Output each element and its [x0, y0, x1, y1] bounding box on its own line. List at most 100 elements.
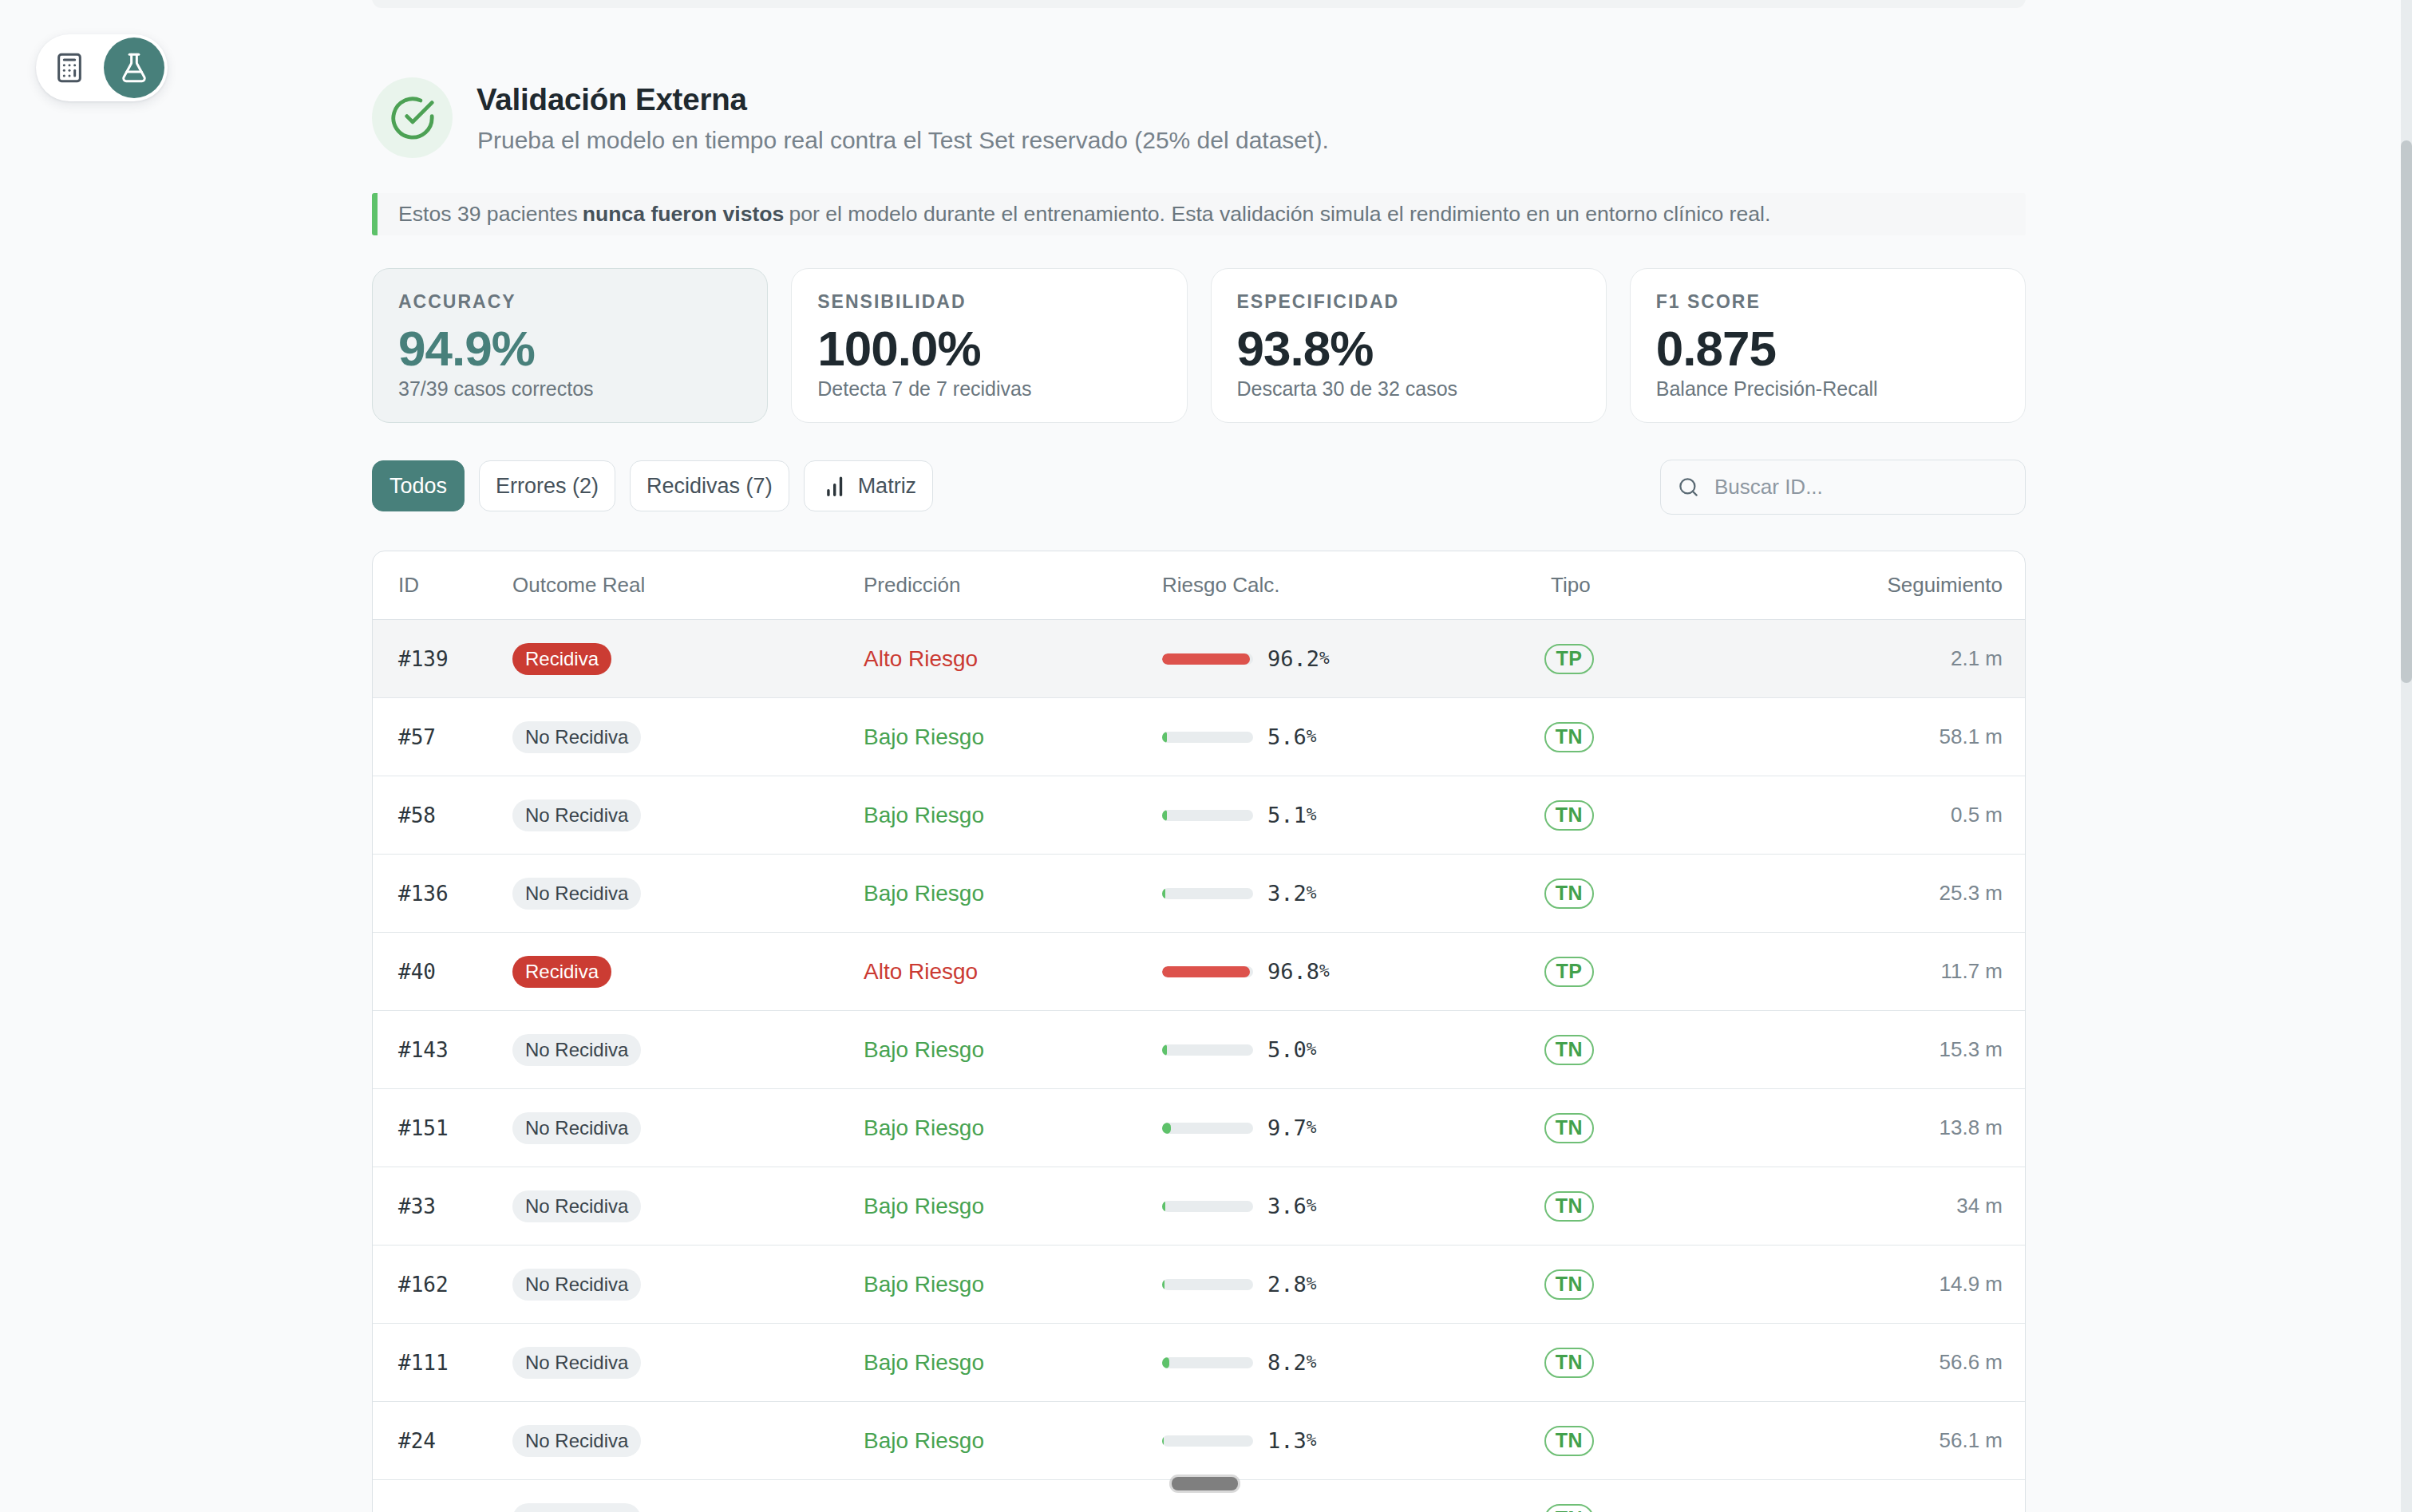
risk-percent: 5.0% — [1267, 1037, 1316, 1062]
risk-percent: 96.2% — [1267, 646, 1330, 671]
cell-outcome: No Recidiva — [512, 1034, 864, 1066]
outcome-badge: No Recidiva — [512, 1425, 641, 1457]
risk-percent: 5.1% — [1267, 803, 1316, 827]
cell-outcome: No Recidiva — [512, 1269, 864, 1301]
cell-patient-id: #151 — [398, 1116, 512, 1140]
table-row-139[interactable]: #139RecidivaAlto Riesgo96.2%TP2.1 m — [373, 620, 2025, 698]
search-icon — [1678, 476, 1699, 498]
risk-percent: 3.2% — [1267, 881, 1316, 906]
risk-bar — [1162, 1435, 1253, 1447]
type-badge: TN — [1544, 800, 1594, 831]
cell-outcome: No Recidiva — [512, 721, 864, 753]
cell-risk: 8.2% — [1162, 1350, 1551, 1375]
banner-text-suffix: por el modelo durante el entrenamiento. … — [789, 202, 1770, 227]
table-row-57[interactable]: #57No RecidivaBajo Riesgo5.6%TN58.1 m — [373, 698, 2025, 776]
cell-followup: 0.5 m — [1841, 803, 2003, 827]
cell-prediction: Bajo Riesgo — [864, 1115, 1162, 1141]
cell-type: TN — [1551, 1035, 1841, 1065]
table-row-24[interactable]: #24No RecidivaBajo Riesgo1.3%TN56.1 m — [373, 1402, 2025, 1480]
cell-risk: 2.8% — [1162, 1272, 1551, 1297]
cell-risk: 3.2% — [1162, 881, 1551, 906]
risk-bar — [1162, 888, 1253, 899]
cell-patient-id: #24 — [398, 1429, 512, 1453]
cell-type: TN — [1551, 1504, 1841, 1512]
lab-button[interactable] — [104, 38, 164, 98]
table-row-136[interactable]: #136No RecidivaBajo Riesgo3.2%TN25.3 m — [373, 855, 2025, 933]
cell-followup: 2.1 m — [1841, 646, 2003, 671]
risk-percent: 8.2% — [1267, 1350, 1316, 1375]
type-badge: TN — [1544, 1191, 1594, 1222]
cell-prediction: Bajo Riesgo — [864, 1428, 1162, 1454]
cell-outcome: No Recidiva — [512, 1347, 864, 1379]
cell-prediction: Bajo Riesgo — [864, 1350, 1162, 1376]
section-status-icon — [372, 77, 453, 158]
filter-button-recidivas-7[interactable]: Recidivas (7) — [630, 460, 789, 511]
outcome-badge: No Recidiva — [512, 799, 641, 831]
cell-type: TN — [1551, 1191, 1841, 1222]
filter-button-todos[interactable]: Todos — [372, 460, 465, 511]
risk-bar — [1162, 1044, 1253, 1056]
flask-icon — [118, 52, 150, 84]
cell-risk: 9.7% — [1162, 1115, 1551, 1140]
cell-outcome: No Recidiva — [512, 1503, 864, 1512]
cell-followup: 34 m — [1841, 1194, 2003, 1218]
cell-followup: 56.6 m — [1841, 1350, 2003, 1375]
table-row-151[interactable]: #151No RecidivaBajo Riesgo9.7%TN13.8 m — [373, 1089, 2025, 1167]
metric-card-sensibilidad: SENSIBILIDAD 100.0% Detecta 7 de 7 recid… — [791, 268, 1187, 423]
vertical-scrollbar[interactable] — [2401, 0, 2412, 1512]
risk-bar — [1162, 732, 1253, 743]
risk-bar — [1162, 810, 1253, 821]
bar-chart-icon — [820, 472, 848, 499]
type-badge: TN — [1544, 1426, 1594, 1456]
cell-outcome: No Recidiva — [512, 1190, 864, 1222]
table-row-40[interactable]: #40RecidivaAlto Riesgo96.8%TP11.7 m — [373, 933, 2025, 1011]
info-banner: Estos 39 pacientesnunca fueron vistospor… — [372, 193, 2026, 235]
type-badge: TP — [1544, 957, 1594, 987]
metric-card-especificidad: ESPECIFICIDAD 93.8% Descarta 30 de 32 ca… — [1211, 268, 1607, 423]
page-subtitle: Prueba el modelo en tiempo real contra e… — [477, 127, 1329, 154]
type-badge: TN — [1544, 1035, 1594, 1065]
cell-followup: 25.3 m — [1841, 881, 2003, 906]
outcome-badge: No Recidiva — [512, 1034, 641, 1066]
search-placeholder: Buscar ID... — [1714, 475, 1823, 499]
risk-percent: 9.7% — [1267, 1115, 1316, 1140]
cell-patient-id: #57 — [398, 725, 512, 749]
metric-card-f1-score: F1 SCORE 0.875 Balance Precisión-Recall — [1630, 268, 2026, 423]
table-row-143[interactable]: #143No RecidivaBajo Riesgo5.0%TN15.3 m — [373, 1011, 2025, 1089]
cell-patient-id: #58 — [398, 803, 512, 827]
risk-percent: 3.6% — [1267, 1194, 1316, 1218]
filter-button-label: Errores (2) — [496, 474, 599, 499]
risk-bar — [1162, 653, 1253, 665]
search-box[interactable]: Buscar ID... — [1660, 460, 2026, 515]
table-row-58[interactable]: #58No RecidivaBajo Riesgo5.1%TN0.5 m — [373, 776, 2025, 855]
previous-section-edge — [372, 0, 2026, 8]
cell-type: TP — [1551, 644, 1841, 674]
column-header-outcome-real: Outcome Real — [512, 573, 864, 598]
scrollbar-thumb[interactable] — [2401, 140, 2412, 683]
outcome-badge: No Recidiva — [512, 721, 641, 753]
column-header-riesgo-calc: Riesgo Calc. — [1162, 573, 1551, 598]
cell-prediction: Bajo Riesgo — [864, 1037, 1162, 1063]
scroll-drag-handle[interactable] — [1172, 1477, 1238, 1490]
type-badge: TN — [1544, 1269, 1594, 1300]
check-circle-icon — [389, 95, 436, 141]
calculator-button[interactable] — [36, 34, 103, 101]
cell-risk: 5.1% — [1162, 803, 1551, 827]
floating-toolbar — [36, 34, 168, 101]
filter-button-matriz[interactable]: Matriz — [804, 460, 934, 511]
page-title: Validación Externa — [476, 82, 747, 117]
cell-risk: 3.6% — [1162, 1194, 1551, 1218]
type-badge: TN — [1544, 722, 1594, 752]
type-badge: TN — [1544, 1348, 1594, 1378]
metric-card-accuracy: ACCURACY 94.9% 37/39 casos correctos — [372, 268, 768, 423]
metric-note: Descarta 30 de 32 casos — [1237, 377, 1458, 401]
cell-type: TN — [1551, 800, 1841, 831]
outcome-badge: No Recidiva — [512, 1347, 641, 1379]
results-table: IDOutcome RealPredicciónRiesgo Calc.Tipo… — [372, 551, 2026, 1512]
table-row-162[interactable]: #162No RecidivaBajo Riesgo2.8%TN14.9 m — [373, 1246, 2025, 1324]
table-row-111[interactable]: #111No RecidivaBajo Riesgo8.2%TN56.6 m — [373, 1324, 2025, 1402]
cell-outcome: No Recidiva — [512, 878, 864, 910]
filter-button-errores-2[interactable]: Errores (2) — [479, 460, 615, 511]
cell-patient-id: #40 — [398, 960, 512, 984]
table-row-33[interactable]: #33No RecidivaBajo Riesgo3.6%TN34 m — [373, 1167, 2025, 1246]
